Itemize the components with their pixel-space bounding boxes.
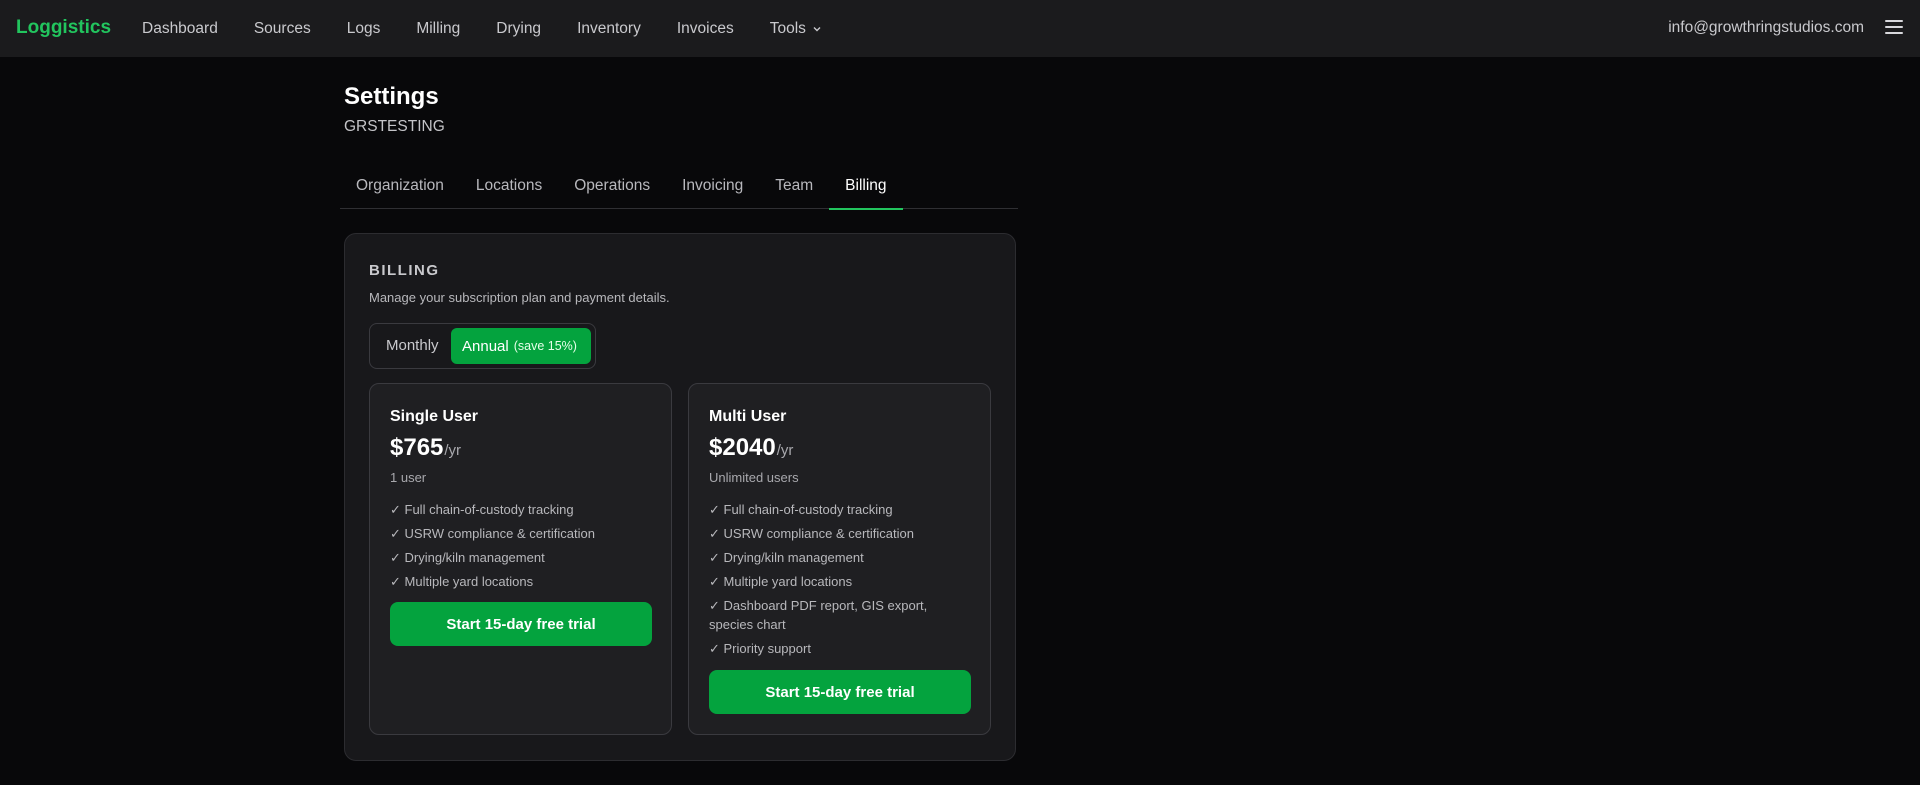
plan-price-amount: $765: [390, 434, 444, 461]
nav-item-drying[interactable]: Drying: [496, 20, 541, 38]
plan-feature: ✓ Multiple yard locations: [390, 574, 534, 589]
tab-organization[interactable]: Organization: [340, 163, 460, 209]
plan-feature: ✓ Drying/kiln management: [709, 550, 864, 565]
plan-feature-list: ✓ Full chain-of-custody tracking ✓ USRW …: [390, 500, 652, 596]
billing-description: Manage your subscription plan and paymen…: [369, 290, 670, 305]
plan-feature: ✓ Full chain-of-custody tracking: [390, 502, 574, 517]
plan-name: Multi User: [709, 408, 787, 425]
plan-user-count: 1 user: [390, 470, 427, 485]
plan-price-amount: $2040: [709, 434, 776, 461]
nav-item-tools-label: Tools: [769, 19, 806, 37]
monthly-toggle-button[interactable]: Monthly: [386, 337, 439, 354]
plan-feature: ✓ Dashboard PDF report, GIS export, spec…: [709, 598, 928, 632]
billing-card: BILLING Manage your subscription plan an…: [344, 233, 1016, 761]
nav-item-sources[interactable]: Sources: [254, 20, 311, 38]
nav-item-logs[interactable]: Logs: [347, 20, 381, 38]
plan-price-period: /yr: [444, 442, 462, 459]
tab-billing[interactable]: Billing: [829, 163, 903, 210]
plan-price: $2040 /yr: [709, 434, 793, 462]
organization-name: GRSTESTING: [344, 118, 445, 135]
plan-card-multi-user: Multi User $2040 /yr Unlimited users ✓ F…: [688, 383, 991, 735]
plan-feature: ✓ USRW compliance & certification: [390, 526, 595, 541]
start-trial-button-multi-user[interactable]: Start 15-day free trial: [709, 670, 971, 714]
main-nav: Dashboard Sources Logs Milling Drying In…: [142, 0, 858, 57]
tab-locations[interactable]: Locations: [460, 163, 558, 209]
nav-item-milling[interactable]: Milling: [416, 20, 460, 38]
plan-name: Single User: [390, 408, 479, 425]
plan-price: $765 /yr: [390, 434, 461, 462]
plan-feature: ✓ Full chain-of-custody tracking: [709, 502, 893, 517]
billing-heading: BILLING: [369, 262, 440, 279]
start-trial-button-single-user[interactable]: Start 15-day free trial: [390, 602, 652, 646]
top-nav-bar: Loggistics Dashboard Sources Logs Millin…: [0, 0, 1920, 57]
chevron-down-icon: [812, 24, 822, 34]
brand-logo[interactable]: Loggistics: [16, 17, 111, 39]
annual-toggle-label: Annual: [462, 337, 509, 355]
plan-user-count: Unlimited users: [709, 470, 799, 485]
annual-toggle-button[interactable]: Annual (save 15%): [451, 328, 591, 364]
settings-tabs: Organization Locations Operations Invoic…: [340, 163, 1018, 210]
nav-item-invoices[interactable]: Invoices: [677, 20, 734, 38]
plan-card-single-user: Single User $765 /yr 1 user ✓ Full chain…: [369, 383, 672, 735]
nav-item-inventory[interactable]: Inventory: [577, 20, 641, 38]
nav-item-tools[interactable]: Tools: [770, 20, 822, 38]
plan-feature: ✓ Multiple yard locations: [709, 574, 853, 589]
tab-team[interactable]: Team: [759, 163, 829, 209]
tab-invoicing[interactable]: Invoicing: [666, 163, 759, 209]
user-email[interactable]: info@growthringstudios.com: [1668, 19, 1864, 37]
hamburger-menu-icon[interactable]: [1885, 20, 1903, 34]
plan-feature: ✓ Priority support: [709, 641, 811, 656]
tab-operations[interactable]: Operations: [558, 163, 666, 209]
billing-period-toggle: Monthly Annual (save 15%): [369, 323, 596, 369]
plan-feature: ✓ Drying/kiln management: [390, 550, 545, 565]
nav-item-dashboard[interactable]: Dashboard: [142, 20, 218, 38]
plan-feature-list: ✓ Full chain-of-custody tracking ✓ USRW …: [709, 500, 971, 663]
annual-savings-note: (save 15%): [513, 339, 577, 353]
plan-feature: ✓ USRW compliance & certification: [709, 526, 914, 541]
page-title: Settings: [344, 83, 439, 110]
plan-price-period: /yr: [776, 442, 794, 459]
